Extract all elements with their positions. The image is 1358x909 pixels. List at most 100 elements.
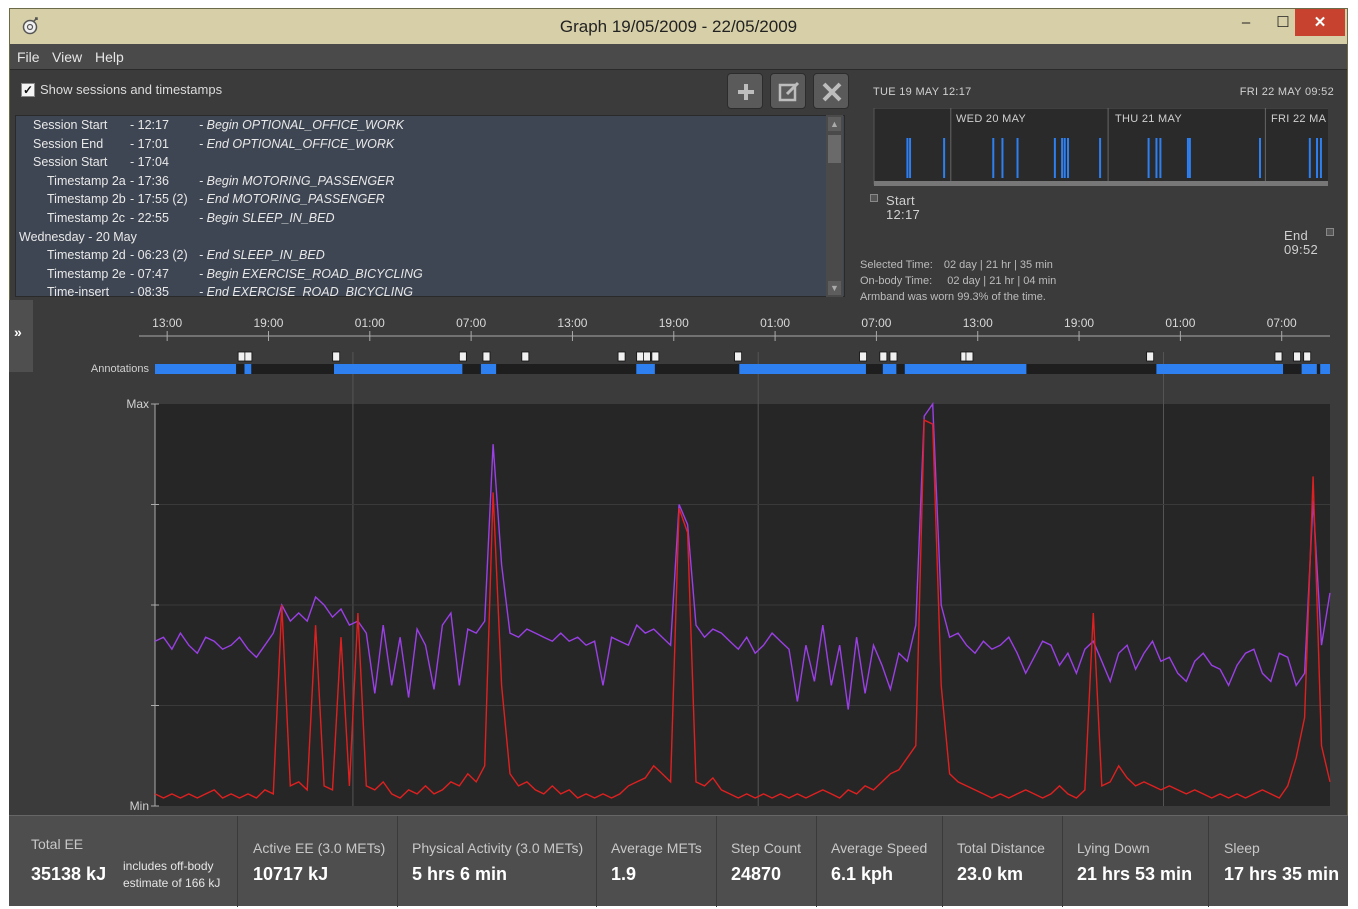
active-ee-stat: Active EE (3.0 METs) 10717 kJ [238, 816, 398, 907]
x-tick-label: 01:00 [355, 316, 385, 330]
menu-view[interactable]: View [52, 49, 82, 65]
sessions-list[interactable]: Session Start - 12:17 - Begin OPTIONAL_OFF… [15, 115, 845, 297]
x-tick-label: 01:00 [760, 316, 790, 330]
overview-day-label: FRI 22 MA [1271, 113, 1327, 125]
total-ee-stat: Total EE 35138 kJ includes off-body esti… [9, 816, 238, 907]
x-tick-label: 07:00 [456, 316, 486, 330]
annotation-segment[interactable] [1301, 364, 1317, 374]
menu-file[interactable]: File [17, 49, 40, 65]
start-label: Start [886, 193, 915, 208]
annotation-marker[interactable] [1303, 351, 1312, 362]
annotation-marker[interactable] [458, 351, 467, 362]
annotation-marker[interactable] [617, 351, 626, 362]
menu-help[interactable]: Help [95, 49, 124, 65]
step-count-value: 24870 [731, 864, 782, 884]
annotation-marker[interactable] [889, 351, 898, 362]
expand-panel-button[interactable]: » [9, 300, 33, 372]
annotation-marker[interactable] [636, 351, 645, 362]
add-session-button[interactable] [727, 73, 763, 109]
overview-day-label: THU 21 MAY [1115, 113, 1182, 125]
annotation-segment[interactable] [334, 364, 463, 374]
end-time: 09:52 [1284, 242, 1319, 257]
session-description: - Begin SLEEP_IN_BED [199, 211, 335, 225]
y-max-label: Max [126, 397, 149, 411]
minimize-button[interactable]: – [1228, 9, 1264, 36]
annotation-segment[interactable] [904, 364, 1027, 374]
annotation-marker[interactable] [643, 351, 651, 362]
average-mets-label: Average METs [611, 840, 702, 856]
overview-strip[interactable] [864, 108, 1328, 228]
total-distance-value: 23.0 km [957, 864, 1024, 884]
menu-bar: File View Help [10, 44, 1347, 70]
annotation-segment[interactable] [739, 364, 866, 374]
scroll-down-arrow-icon[interactable]: ▼ [828, 281, 841, 295]
scroll-up-arrow-icon[interactable]: ▲ [828, 117, 841, 131]
close-icon [822, 82, 842, 102]
scroll-thumb[interactable] [828, 135, 841, 163]
session-description: - Begin MOTORING_PASSENGER [199, 173, 395, 188]
annotation-marker[interactable] [879, 351, 888, 362]
annotation-segment[interactable] [155, 364, 237, 374]
end-handle[interactable] [1326, 228, 1334, 236]
session-description: - End OPTIONAL_OFFICE_WORK [199, 136, 395, 151]
x-tick-label: 13:00 [557, 316, 587, 330]
selected-time-value: 02 day | 21 hr | 35 min [943, 259, 1053, 271]
annotation-marker[interactable] [521, 351, 530, 362]
delete-session-button[interactable] [813, 73, 849, 109]
session-time: - 12:17 [130, 118, 169, 132]
onbody-time-label: On-body Time: [860, 275, 933, 287]
annotation-marker[interactable] [237, 351, 246, 362]
x-tick-label: 07:00 [861, 316, 891, 330]
annotation-marker[interactable] [965, 351, 974, 362]
annotations-label: Annotations [91, 363, 150, 375]
x-tick-label: 19:00 [1064, 316, 1094, 330]
onbody-time-row: On-body Time: 02 day | 21 hr | 04 min [860, 275, 1056, 287]
title-bar[interactable]: Graph 19/05/2009 - 22/05/2009 – ☐ ✕ [10, 9, 1347, 44]
annotation-marker[interactable] [651, 351, 660, 362]
annotation-segment[interactable] [636, 364, 655, 374]
annotation-marker[interactable] [1274, 351, 1283, 362]
activity-chart[interactable]: 13:00 19:00 01:00 07:00 13:00 19:00 01:00 07:00… [9, 300, 1347, 815]
edit-session-button[interactable] [770, 73, 806, 109]
step-count-stat: Step Count 24870 [717, 816, 817, 907]
annotation-marker[interactable] [244, 351, 253, 362]
annotation-marker[interactable] [734, 351, 743, 362]
close-window-button[interactable]: ✕ [1295, 9, 1345, 36]
x-tick-label: 01:00 [1165, 316, 1195, 330]
annotation-segment[interactable] [1156, 364, 1284, 374]
sleep-value: 17 hrs 35 min [1224, 864, 1340, 884]
session-name: Timestamp 2b [47, 192, 126, 207]
session-description: - End MOTORING_PASSENGER [199, 192, 385, 207]
annotation-segment[interactable] [480, 364, 497, 374]
total-ee-note: includes off-body estimate of 166 kJ [123, 858, 220, 892]
annotation-segment[interactable] [882, 364, 897, 374]
total-ee-note-line: estimate of 166 kJ [123, 876, 221, 890]
session-description: - End SLEEP_IN_BED [199, 248, 325, 263]
annotation-segment[interactable] [244, 364, 252, 374]
end-label: End [1284, 228, 1309, 243]
annotation-marker[interactable] [332, 351, 341, 362]
session-description: - End EXERCISE_ROAD_BICYCLING [199, 285, 413, 297]
show-sessions-label[interactable]: Show sessions and timestamps [40, 82, 222, 97]
annotation-marker[interactable] [482, 351, 491, 362]
show-sessions-checkbox[interactable]: ✓ [21, 83, 35, 97]
physical-activity-value: 5 hrs 6 min [412, 864, 508, 884]
y-min-label: Min [130, 799, 149, 813]
x-tick-label: 07:00 [1267, 316, 1297, 330]
annotation-marker[interactable] [1293, 351, 1301, 362]
session-name: Session End [33, 136, 104, 151]
lying-down-value: 21 hrs 53 min [1077, 864, 1193, 884]
annotation-marker[interactable] [1146, 351, 1155, 362]
session-name: Time-insert [47, 285, 110, 297]
selected-time-label: Selected Time: [860, 259, 933, 271]
annotation-marker[interactable] [859, 351, 867, 362]
overview-start-header: TUE 19 MAY 12:17 [873, 86, 972, 98]
annotation-segment[interactable] [1320, 364, 1330, 374]
start-handle[interactable] [870, 194, 878, 202]
session-time: - 17:36 [130, 173, 169, 188]
session-time: - 17:55 (2) [130, 192, 188, 207]
lying-down-label: Lying Down [1077, 840, 1150, 856]
average-speed-value: 6.1 kph [831, 864, 894, 884]
double-chevron-right-icon: » [14, 324, 22, 340]
sessions-scrollbar[interactable]: ▲ ▼ [826, 115, 843, 297]
